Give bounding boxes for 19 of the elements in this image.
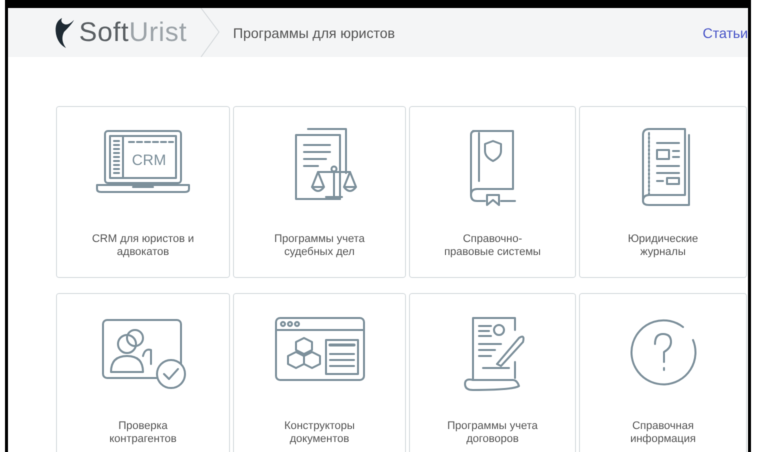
category-label: CRM для юристов и адвокатов	[90, 233, 196, 259]
category-label: Программы учета судебных дел	[273, 233, 366, 259]
category-card[interactable]: Юридические журналы	[579, 106, 747, 278]
category-card[interactable]: CRM CRM для юристов и адвокатов	[56, 106, 230, 278]
category-label: Справочная информация	[629, 420, 697, 446]
category-label: Программы учета договоров	[446, 420, 539, 446]
category-label: Проверка контрагентов	[108, 420, 178, 446]
category-label: Юридические журналы	[626, 233, 700, 259]
category-label: Конструкторы документов	[283, 420, 356, 446]
category-card[interactable]: Справочная информация	[579, 293, 747, 452]
logo-text[interactable]: SoftUrist	[79, 17, 188, 48]
section-title: Программы для юристов	[233, 24, 395, 40]
articles-link[interactable]: Статьи	[702, 24, 748, 40]
category-card[interactable]: Программы учета договоров	[409, 293, 576, 452]
category-label: Справочно-правовые системы	[443, 233, 542, 259]
category-card[interactable]: Программы учета судебных дел	[233, 106, 406, 278]
category-card[interactable]: Проверка контрагентов	[56, 293, 230, 452]
category-card[interactable]: Конструкторы документов	[233, 293, 406, 452]
category-card[interactable]: Справочно-правовые системы	[409, 106, 576, 278]
